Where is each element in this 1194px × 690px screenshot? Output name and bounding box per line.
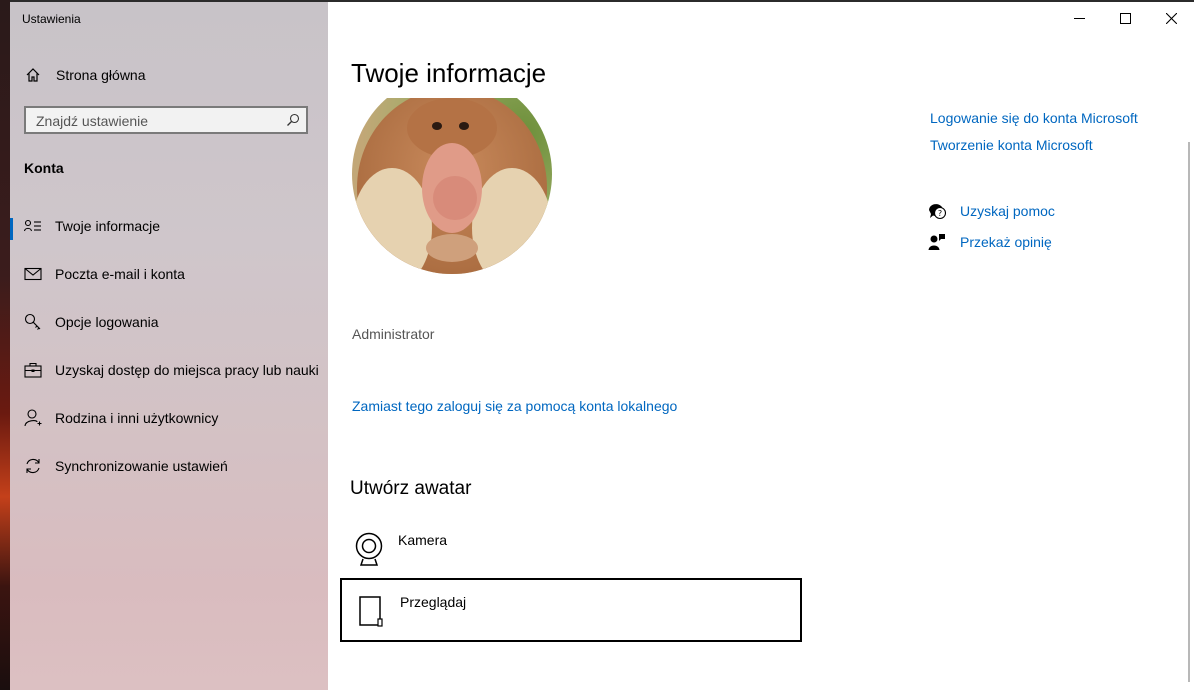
minimize-button[interactable]	[1056, 4, 1102, 36]
mail-icon	[24, 265, 42, 283]
sidebar-item-label: Synchronizowanie ustawień	[55, 458, 228, 474]
local-account-link[interactable]: Zamiast tego zaloguj się za pomocą konta…	[352, 398, 677, 414]
browse-option[interactable]: Przeglądaj	[340, 578, 802, 642]
briefcase-icon	[24, 361, 42, 379]
camera-option[interactable]: Kamera	[340, 518, 802, 582]
minimize-icon	[1073, 11, 1085, 29]
sidebar-item-sync[interactable]: Synchronizowanie ustawień	[10, 446, 328, 486]
sidebar: Ustawienia Strona główna Znajdź ustawien…	[10, 2, 328, 690]
sidebar-item-sign-in-options[interactable]: Opcje logowania	[10, 302, 328, 342]
help-chat-icon: ?	[928, 202, 947, 220]
maximize-button[interactable]	[1102, 4, 1148, 36]
desktop-background-edge	[0, 0, 10, 690]
microsoft-sign-in-link[interactable]: Logowanie się do konta Microsoft	[930, 110, 1138, 126]
search-placeholder: Znajdź ustawienie	[36, 113, 149, 129]
create-avatar-title: Utwórz awatar	[350, 478, 472, 499]
app-title: Ustawienia	[22, 12, 81, 26]
camera-option-label: Kamera	[398, 532, 448, 548]
person-add-icon	[24, 409, 42, 427]
sidebar-item-family[interactable]: Rodzina i inni użytkownicy	[10, 398, 328, 438]
sidebar-home-label: Strona główna	[56, 67, 146, 83]
sidebar-item-label: Rodzina i inni użytkownicy	[55, 410, 219, 426]
username: Administrator	[352, 326, 435, 342]
feedback-icon	[928, 233, 946, 251]
feedback-link[interactable]: Przekaż opinię	[960, 234, 1052, 250]
sync-icon	[24, 457, 42, 475]
webcam-icon	[354, 532, 384, 571]
sidebar-item-label: Opcje logowania	[55, 314, 159, 330]
document-icon	[356, 594, 386, 635]
person-info-icon	[24, 217, 42, 235]
key-icon	[24, 313, 42, 331]
home-icon	[24, 66, 42, 84]
create-microsoft-account-link[interactable]: Tworzenie konta Microsoft	[930, 137, 1093, 153]
sidebar-item-label: Poczta e-mail i konta	[55, 266, 185, 282]
sidebar-home[interactable]: Strona główna	[10, 55, 328, 95]
get-help-row[interactable]: ? Uzyskaj pomoc	[928, 202, 1055, 220]
sidebar-item-email[interactable]: Poczta e-mail i konta	[10, 254, 328, 294]
feedback-row[interactable]: Przekaż opinię	[928, 233, 1052, 251]
sidebar-item-label: Twoje informacje	[55, 218, 161, 234]
get-help-link[interactable]: Uzyskaj pomoc	[960, 203, 1055, 219]
vertical-scrollbar[interactable]	[1188, 142, 1190, 682]
close-icon	[1165, 11, 1177, 29]
main-content: Twoje informacje Administrator Zamiast t…	[328, 2, 1194, 690]
svg-text:?: ?	[938, 209, 942, 218]
sidebar-item-label: Uzyskaj dostęp do miejsca pracy lub nauk…	[55, 362, 319, 378]
user-avatar	[352, 98, 552, 274]
sidebar-item-work-school[interactable]: Uzyskaj dostęp do miejsca pracy lub nauk…	[10, 350, 328, 390]
close-button[interactable]	[1148, 4, 1194, 36]
section-title: Konta	[24, 160, 64, 176]
maximize-icon	[1119, 11, 1131, 29]
browse-option-label: Przeglądaj	[400, 594, 467, 610]
sidebar-item-your-info[interactable]: Twoje informacje	[10, 206, 328, 246]
page-title: Twoje informacje	[351, 58, 547, 88]
search-input[interactable]: Znajdź ustawienie	[24, 106, 308, 134]
search-icon	[286, 113, 300, 132]
